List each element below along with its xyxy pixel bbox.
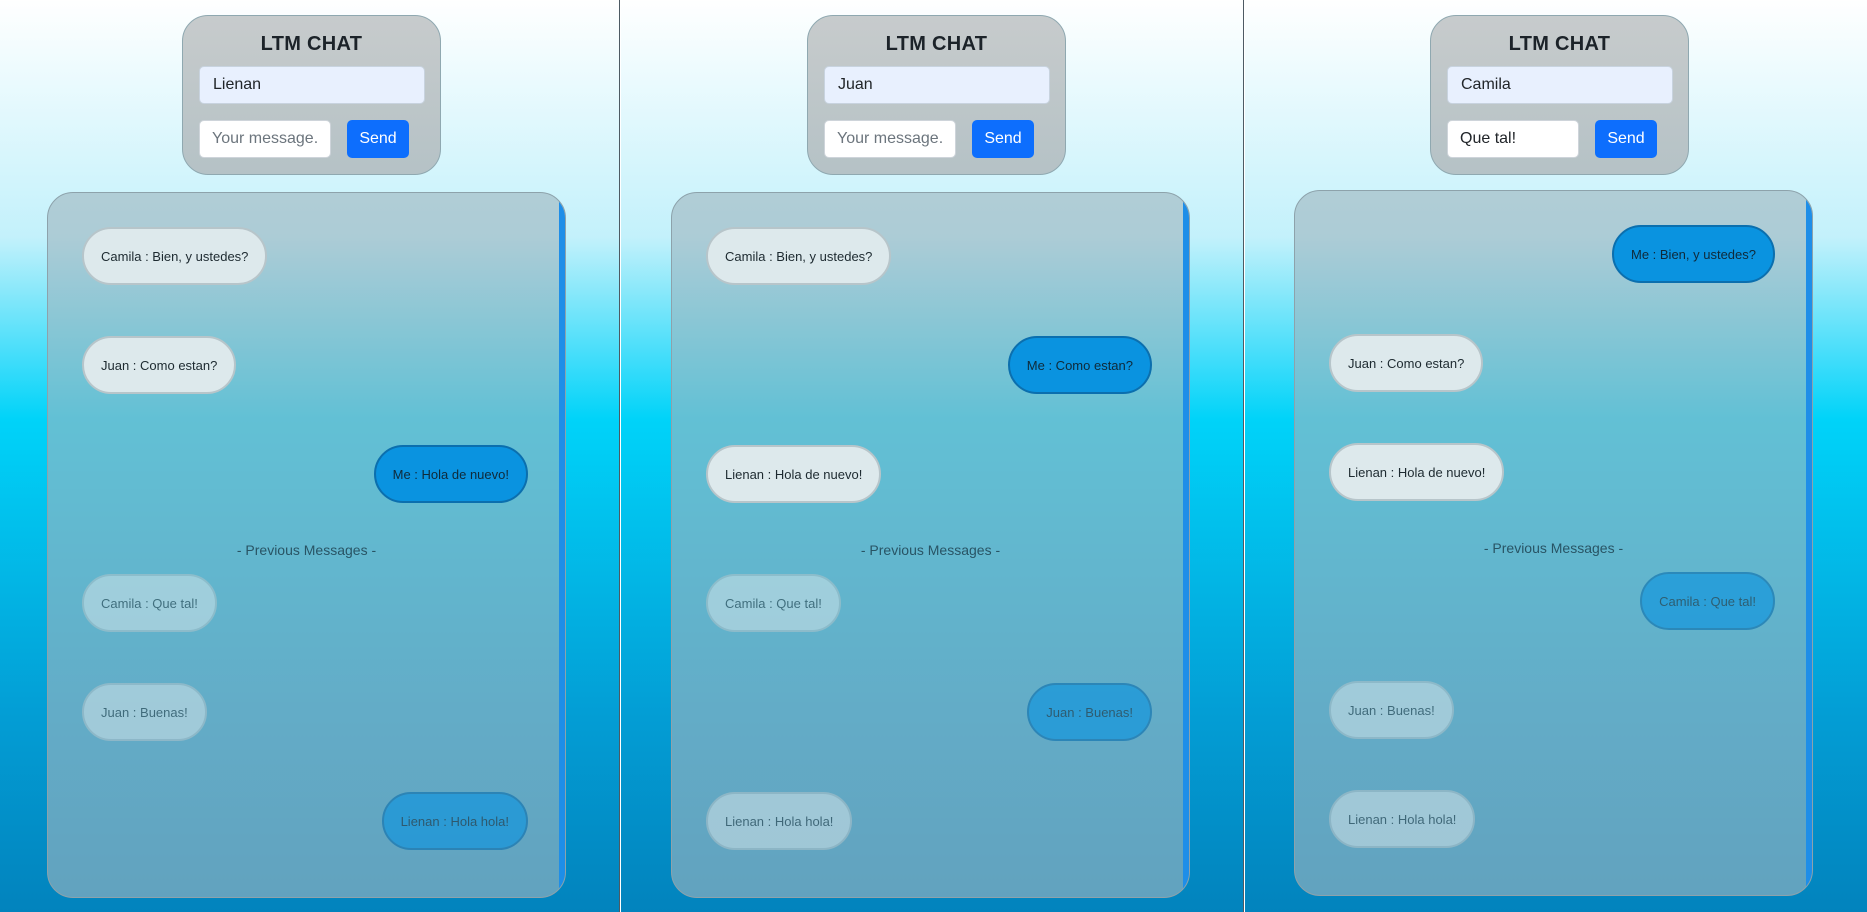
own-message-bubble: Me : Hola de nuevo! [373, 445, 528, 503]
username-field[interactable]: Camila [1447, 66, 1673, 104]
message-bubble: Camila : Bien, y ustedes? [706, 227, 892, 285]
app-title: LTM CHAT [260, 33, 363, 55]
window-divider [1243, 0, 1244, 912]
previous-message-bubble: Lienan : Hola hola! [706, 792, 853, 850]
messages-scrollbar[interactable] [1806, 195, 1812, 895]
app-title: LTM CHAT [885, 33, 988, 55]
previous-messages-label: - Previous Messages - [236, 542, 377, 558]
message-bubble: Camila : Bien, y ustedes? [82, 227, 268, 285]
chat-window-2: LTM CHAT Juan Send Camila : Bien, y uste… [621, 0, 1244, 912]
previous-messages-label: - Previous Messages - [1483, 540, 1624, 556]
message-bubble: Juan : Como estan? [1329, 334, 1484, 392]
send-button[interactable]: Send [1595, 120, 1657, 158]
message-input[interactable] [824, 120, 956, 158]
previous-message-bubble: Camila : Que tal! [706, 574, 841, 632]
previous-own-message-bubble: Juan : Buenas! [1027, 683, 1152, 741]
messages-panel[interactable]: Me : Bien, y ustedes? Juan : Como estan?… [1294, 190, 1813, 896]
message-input[interactable] [199, 120, 331, 158]
message-input[interactable] [1447, 120, 1579, 158]
window-divider [619, 0, 620, 912]
previous-message-bubble: Juan : Buenas! [1329, 681, 1454, 739]
send-button[interactable]: Send [347, 120, 409, 158]
previous-own-message-bubble: Lienan : Hola hola! [381, 792, 528, 850]
chat-window-3: LTM CHAT Camila Send Me : Bien, y ustede… [1245, 0, 1867, 912]
chat-header-card: LTM CHAT Lienan Send [182, 15, 441, 175]
app-title: LTM CHAT [1508, 33, 1611, 55]
chat-window-1: LTM CHAT Lienan Send Camila : Bien, y us… [0, 0, 620, 912]
previous-message-bubble: Juan : Buenas! [82, 683, 207, 741]
previous-own-message-bubble: Camila : Que tal! [1640, 572, 1775, 630]
message-bubble: Juan : Como estan? [82, 336, 237, 394]
chat-header-card: LTM CHAT Camila Send [1430, 15, 1689, 175]
previous-messages-label: - Previous Messages - [860, 542, 1001, 558]
own-message-bubble: Me : Como estan? [1007, 336, 1152, 394]
messages-panel[interactable]: Camila : Bien, y ustedes? Me : Como esta… [671, 192, 1190, 898]
send-button[interactable]: Send [972, 120, 1034, 158]
messages-scrollbar[interactable] [559, 197, 565, 897]
messages-panel[interactable]: Camila : Bien, y ustedes? Juan : Como es… [47, 192, 566, 898]
username-field[interactable]: Lienan [199, 66, 425, 104]
message-bubble: Lienan : Hola de nuevo! [1329, 443, 1505, 501]
message-bubble: Lienan : Hola de nuevo! [706, 445, 882, 503]
chat-header-card: LTM CHAT Juan Send [807, 15, 1066, 175]
previous-message-bubble: Lienan : Hola hola! [1329, 790, 1476, 848]
own-message-bubble: Me : Bien, y ustedes? [1611, 225, 1775, 283]
previous-message-bubble: Camila : Que tal! [82, 574, 217, 632]
username-field[interactable]: Juan [824, 66, 1050, 104]
messages-scrollbar[interactable] [1183, 197, 1189, 897]
